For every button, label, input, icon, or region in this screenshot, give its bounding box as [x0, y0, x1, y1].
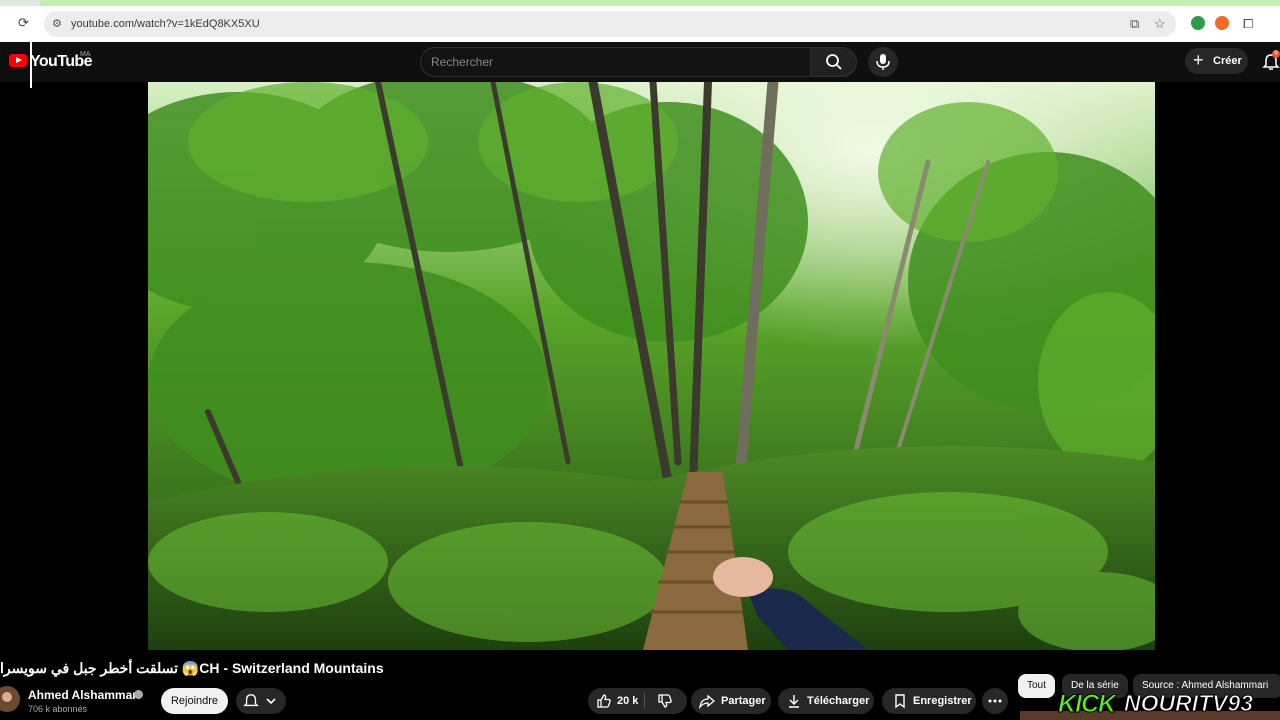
download-icon [789, 695, 799, 708]
extensions-puzzle-icon[interactable]: ⧠ [1243, 16, 1253, 32]
bell-icon [243, 694, 259, 707]
bookmark-icon [895, 694, 905, 709]
dislike-icon[interactable] [657, 693, 673, 709]
like-count[interactable]: 20 k [617, 695, 638, 707]
verified-badge-icon [134, 690, 143, 699]
like-icon[interactable] [596, 693, 612, 709]
extension-icon[interactable] [1215, 16, 1229, 30]
install-app-icon[interactable]: ⧉ [1130, 16, 1139, 32]
subscription-bell-button[interactable] [236, 688, 286, 714]
microphone-icon [876, 54, 890, 70]
streamer-handle-watermark: NOURITV93 [1123, 690, 1254, 717]
youtube-header: YouTube MA Rechercher + Créer 9 [0, 42, 1280, 82]
text-cursor [30, 18, 32, 88]
join-button[interactable]: Rejoindre [161, 688, 228, 714]
url-text[interactable]: youtube.com/watch?v=1kEdQ8KX5XU [71, 18, 260, 30]
notification-badge: 9 [1272, 50, 1280, 58]
channel-name[interactable]: Ahmed Alshammari [28, 688, 140, 702]
video-player[interactable] [148, 82, 1155, 650]
create-label: Créer [1213, 55, 1242, 67]
channel-avatar[interactable] [0, 686, 20, 712]
more-actions-button[interactable] [982, 688, 1008, 714]
country-code: MA [80, 51, 91, 58]
like-dislike-group: 20 k [588, 688, 687, 714]
site-info-icon[interactable]: ⚙ [52, 17, 62, 30]
search-button[interactable] [810, 47, 857, 77]
voice-search-button[interactable] [868, 47, 898, 77]
download-button[interactable]: Télécharger [778, 688, 874, 714]
divider [644, 693, 645, 709]
plus-icon: + [1193, 50, 1204, 70]
youtube-logo-icon[interactable] [9, 54, 27, 67]
save-label: Enregistrer [913, 695, 972, 707]
kick-watermark: KICK [1057, 690, 1116, 719]
extension-icon[interactable] [1191, 16, 1205, 30]
more-horizontal-icon [988, 699, 1002, 703]
share-label: Partager [721, 695, 766, 707]
search-placeholder: Rechercher [431, 55, 494, 69]
browser-toolbar: ⟳ ⚙ youtube.com/watch?v=1kEdQ8KX5XU ⧉ ☆ … [0, 6, 1280, 42]
create-button[interactable]: + Créer [1185, 48, 1248, 74]
search-icon [826, 54, 842, 70]
chevron-down-icon [266, 698, 276, 705]
share-icon [699, 694, 715, 709]
subscriber-count: 706 k abonnés [28, 704, 88, 714]
bookmark-star-icon[interactable]: ☆ [1154, 16, 1166, 32]
video-title: تسلقت أخطر جبل في سويسرا 😱CH - Switzerla… [0, 660, 384, 676]
save-button[interactable]: Enregistrer [882, 688, 976, 714]
chip-all[interactable]: Tout [1018, 674, 1055, 698]
download-label: Télécharger [807, 695, 870, 707]
share-button[interactable]: Partager [691, 688, 771, 714]
